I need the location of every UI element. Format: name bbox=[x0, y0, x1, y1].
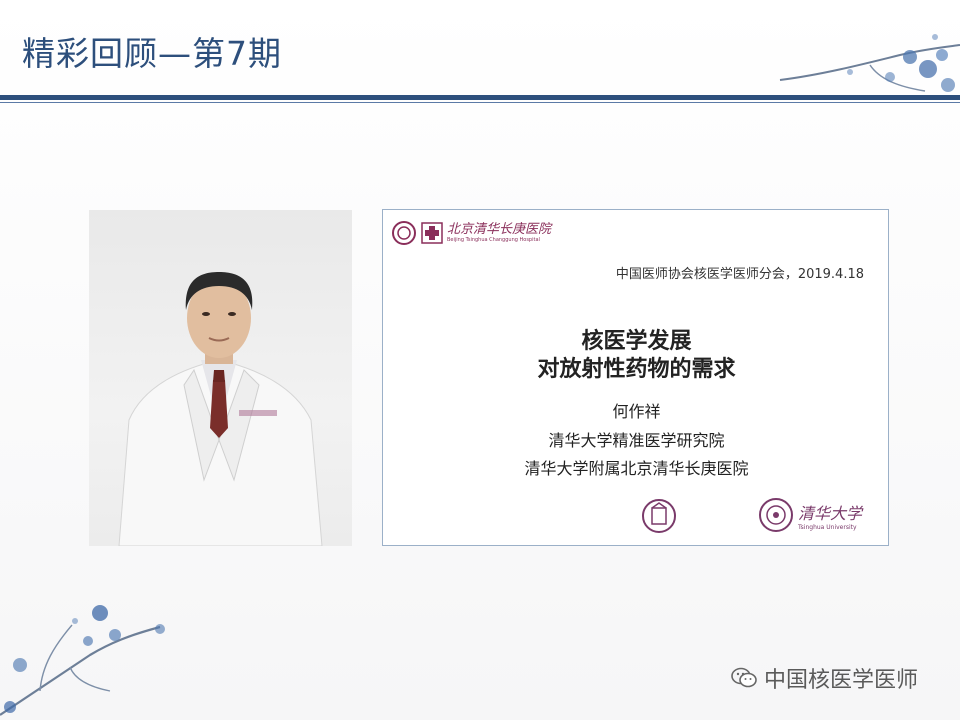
university-name-cn: 清华大学 bbox=[798, 504, 863, 523]
speaker-name: 何作祥 bbox=[612, 402, 661, 421]
affiliation-1: 清华大学精准医学研究院 bbox=[548, 431, 725, 450]
hospital-cross-icon bbox=[421, 222, 443, 244]
title-rule-thin bbox=[0, 102, 960, 103]
lecture-title-line2: 对放射性药物的需求 bbox=[537, 357, 736, 382]
tsinghua-seal-icon bbox=[759, 498, 793, 532]
event-and-date: 中国医师协会核医学医师分会，2019.4.18 bbox=[615, 267, 864, 282]
watermark-text: 中国核医学医师 bbox=[764, 668, 919, 693]
slide-page: 精彩回顾—第7期 北京清华长庚医院 Beijing Tsinghua Chang… bbox=[0, 0, 960, 720]
lecture-slide-thumbnail: 北京清华长庚医院 Beijing Tsinghua Changgung Hosp… bbox=[382, 209, 889, 546]
tsinghua-wordmark: 清华大学 Tsinghua University bbox=[798, 500, 862, 531]
wechat-watermark: 中国核医学医师 bbox=[730, 663, 918, 693]
hospital-name-en: Beijing Tsinghua Changgung Hospital bbox=[447, 237, 540, 243]
ink-branch-decoration bbox=[0, 605, 165, 716]
affiliation-2: 清华大学附属北京清华长庚医院 bbox=[524, 459, 749, 478]
hospital-seal-icon bbox=[392, 221, 416, 245]
wechat-icon bbox=[731, 667, 757, 688]
speaker-portrait bbox=[89, 210, 352, 546]
institute-seal-icon bbox=[642, 499, 676, 533]
page-title: 精彩回顾—第7期 bbox=[22, 34, 282, 73]
hospital-name-cn: 北京清华长庚医院 bbox=[447, 222, 552, 237]
title-rule bbox=[0, 95, 960, 100]
ink-blossom-decoration bbox=[779, 34, 960, 92]
hospital-logo: 北京清华长庚医院 Beijing Tsinghua Changgung Hosp… bbox=[391, 218, 551, 248]
university-name-en: Tsinghua University bbox=[798, 524, 857, 531]
